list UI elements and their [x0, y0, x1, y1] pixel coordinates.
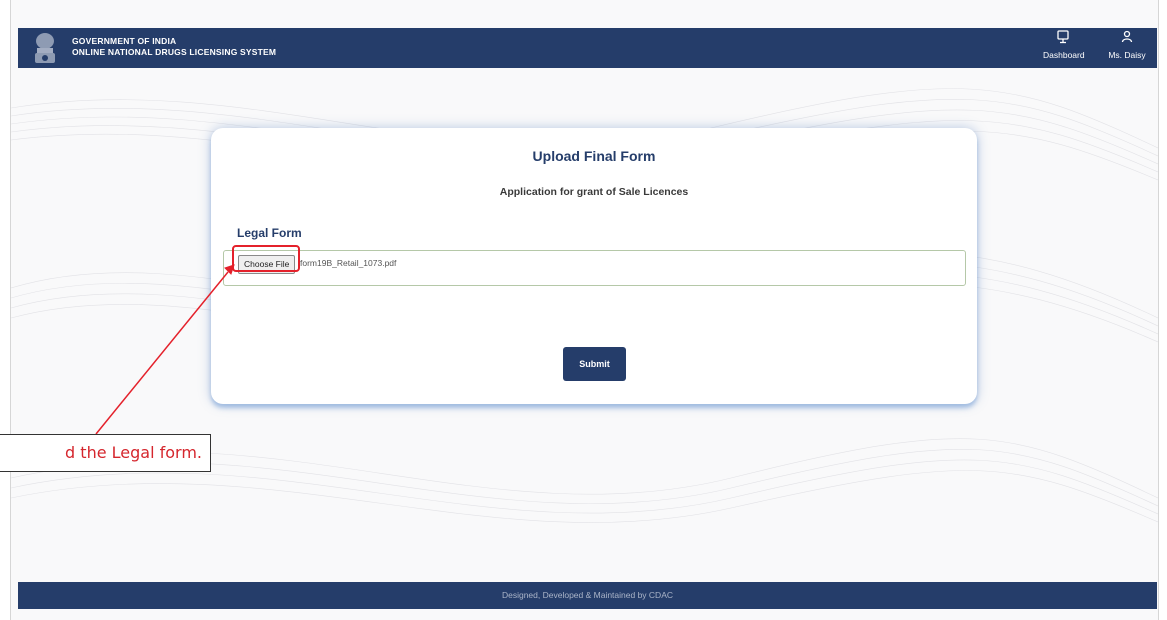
application-subtitle: Application for grant of Sale Licences: [499, 186, 689, 198]
upload-form-card: Upload Final Form Application for grant …: [211, 128, 977, 404]
national-emblem-icon: [35, 33, 55, 63]
footer-credit: Designed, Developed & Maintained by CDAC: [501, 590, 674, 600]
gov-title-line1: GOVERNMENT OF INDIA: [72, 36, 177, 46]
choose-file-highlight-box: [232, 245, 300, 272]
submit-button[interactable]: Submit: [563, 347, 626, 381]
nav-dashboard-label: Dashboard: [1043, 50, 1085, 60]
nav-user-label: Ms. Daisy: [1108, 50, 1146, 60]
header-bar: GOVERNMENT OF INDIA ONLINE NATIONAL DRUG…: [18, 28, 1157, 68]
gov-title-line2: ONLINE NATIONAL DRUGS LICENSING SYSTEM: [72, 47, 277, 57]
legal-form-label: Legal Form: [237, 226, 302, 240]
site-title: GOVERNMENT OF INDIA ONLINE NATIONAL DRUG…: [72, 36, 276, 58]
nav-dashboard[interactable]: Dashboard: [1043, 30, 1085, 60]
nav-user-menu[interactable]: Ms. Daisy: [1105, 30, 1149, 60]
page-title: Upload Final Form: [532, 148, 656, 164]
annotation-callout: d the Legal form.: [0, 434, 211, 472]
legal-form-file-input[interactable]: Choose File form19B_Retail_1073.pdf: [223, 250, 966, 286]
monitor-icon: [1057, 30, 1069, 44]
user-icon: [1121, 30, 1133, 43]
footer-bar: Designed, Developed & Maintained by CDAC: [18, 582, 1157, 609]
selected-file-name: form19B_Retail_1073.pdf: [300, 258, 397, 268]
